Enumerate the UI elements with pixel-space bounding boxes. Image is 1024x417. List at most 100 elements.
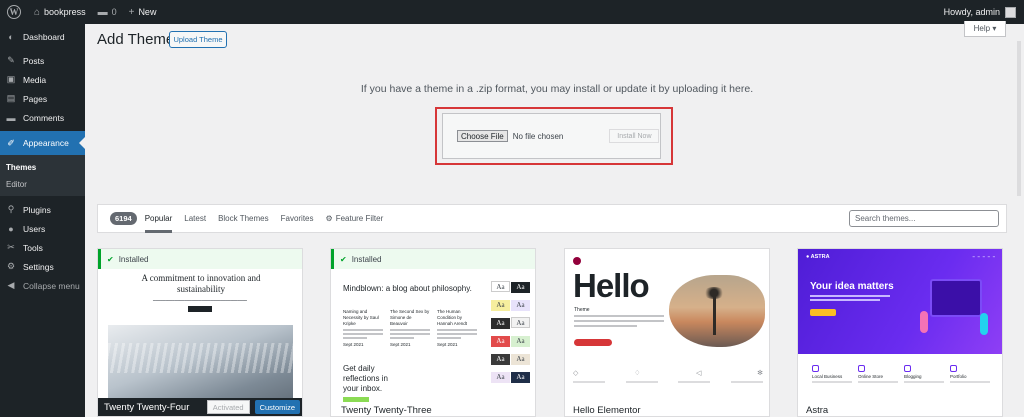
sidebar-item-dashboard[interactable]: ◐ Dashboard (0, 27, 85, 46)
preview-post-date: Sept 2021 (437, 342, 458, 347)
preview-feature-label: Local Business (812, 374, 843, 379)
theme-preview-heading: A commitment to innovation and sustainab… (141, 273, 261, 294)
preview-nav: ━ ━ ━ ━ ━ (972, 255, 996, 259)
site-name-link[interactable]: ⌂ bookpress (28, 0, 92, 24)
collapse-menu-label: Collapse menu (23, 280, 80, 291)
sidebar-item-comments[interactable]: ▬ Comments (0, 108, 85, 127)
feature-icon: ♢ (634, 370, 641, 377)
preview-feature: Online Store (858, 365, 898, 383)
theme-card-twenty-twenty-four[interactable]: ✔ Installed A commitment to innovation a… (97, 248, 303, 417)
gear-icon: ⚙ (325, 214, 333, 223)
theme-preview-subtext: ━━━━━━━━━━━━━━━━━━━━━━━━━━━━━━━━━━━━━━━ (153, 298, 247, 303)
style-swatch: Aa (491, 336, 510, 347)
settings-icon: ⚙ (6, 261, 16, 271)
style-swatch: Aa (491, 372, 510, 383)
installed-notice: ✔ Installed (98, 249, 302, 269)
preview-post-title: The Second Sex by Simone de Beauvoir (390, 309, 430, 326)
theme-preview-heading: Mindblown: a blog about philosophy. (343, 284, 472, 293)
wordpress-logo-button[interactable]: W (0, 0, 28, 24)
sidebar-item-label: Appearance (23, 138, 69, 148)
sidebar-item-tools[interactable]: ✂ Tools (0, 238, 85, 257)
feature-icon: ✻ (757, 370, 763, 377)
style-swatch: Aa (491, 281, 510, 292)
collapse-menu-button[interactable]: ◀ Collapse menu (0, 276, 85, 295)
preview-post-column: Naming and Necessity by Saul Kripke Sept… (343, 309, 383, 348)
new-content-button[interactable]: + New (123, 0, 163, 24)
submenu-item-editor[interactable]: Editor (0, 176, 85, 193)
sidebar-item-label: Dashboard (23, 31, 65, 42)
preview-feature: Local Business (812, 365, 852, 383)
comments-link[interactable]: ▬ 0 (92, 0, 123, 24)
theme-card-twenty-twenty-three[interactable]: ✔ Installed Mindblown: a blog about phil… (330, 248, 536, 417)
theme-preview-button (810, 309, 836, 316)
theme-name: Astra (806, 405, 829, 416)
sidebar-item-plugins[interactable]: ⚲ Plugins (0, 200, 85, 219)
help-tab-button[interactable]: Help ▾ (964, 21, 1006, 37)
sidebar-item-media[interactable]: ▣ Media (0, 70, 85, 89)
theme-preview-hero: ● ASTRA ━ ━ ━ ━ ━ Your idea matters (798, 249, 1002, 354)
feature-filter-button[interactable]: ⚙ Feature Filter (326, 204, 384, 233)
users-icon: ● (8, 223, 14, 234)
preview-text-lines (574, 315, 664, 330)
sidebar-item-pages[interactable]: ▤ Pages (0, 89, 85, 108)
scrollbar[interactable] (1017, 41, 1021, 196)
tab-latest[interactable]: Latest (184, 204, 206, 233)
avatar (1005, 6, 1016, 18)
paintbrush-icon: ✐ (7, 137, 15, 148)
appearance-submenu: Themes Editor (0, 155, 85, 196)
preview-post-title: The Human Condition by Hannah Arendt (437, 309, 468, 326)
theme-card-astra[interactable]: ● ASTRA ━ ━ ━ ━ ━ Your idea matters Loca… (797, 248, 1003, 417)
checkmark-icon: ✔ (340, 254, 347, 264)
pages-icon: ▤ (6, 93, 16, 103)
preview-text-line (810, 295, 890, 297)
theme-preview-heading: Your idea matters (810, 281, 894, 292)
preview-post-date: Sept 2021 (390, 342, 411, 347)
collapse-circle-icon: ◀ (7, 280, 15, 290)
upload-theme-button[interactable]: Upload Theme (169, 31, 227, 48)
theme-name: Twenty Twenty-Three (341, 405, 432, 416)
feature-icon: ◁ (696, 370, 702, 377)
new-label: New (138, 7, 157, 17)
theme-preview-image (669, 275, 765, 347)
submenu-item-themes[interactable]: Themes (0, 159, 85, 176)
theme-name: Hello Elementor (573, 405, 641, 416)
sidebar-item-appearance[interactable]: ✐ Appearance (0, 131, 85, 155)
admin-bar: W ⌂ bookpress ▬ 0 + New Howdy, admin (0, 0, 1024, 24)
sidebar-item-settings[interactable]: ⚙ Settings (0, 257, 85, 276)
style-swatch: Aa (511, 336, 530, 347)
sidebar-item-label: Media (23, 74, 47, 85)
sidebar-item-label: Pages (23, 93, 48, 104)
sidebar-item-label: Plugins (23, 204, 51, 215)
preview-feature-icons: ◇ ♢ ◁ ✻ (573, 369, 763, 377)
tab-favorites[interactable]: Favorites (281, 204, 314, 233)
upload-help-text: If you have a theme in a .zip format, yo… (360, 83, 754, 95)
sidebar-item-label: Tools (23, 242, 43, 253)
feature-icon: ◇ (573, 370, 579, 377)
theme-preview-button (188, 306, 212, 312)
admin-sidebar: ◐ Dashboard ✎ Posts ▣ Media ▤ Pages ▬ Co… (0, 24, 85, 417)
sidebar-item-users[interactable]: ● Users (0, 219, 85, 238)
style-swatch: Aa (511, 282, 530, 293)
sidebar-item-label: Posts (23, 55, 45, 66)
customize-button[interactable]: Customize (254, 400, 300, 414)
style-variation-swatches: Aa Aa Aa Aa Aa Aa Aa Aa Aa Aa Aa Aa (491, 277, 533, 385)
theme-count-badge: 6194 (110, 212, 137, 225)
theme-card-hello-elementor[interactable]: Hello Theme ◇ ♢ ◁ ✻ Hello Elementor (564, 248, 770, 417)
preview-text-line (810, 299, 880, 301)
style-swatch: Aa (491, 354, 510, 365)
howdy-label: Howdy, admin (943, 7, 1000, 17)
installed-notice: ✔ Installed (331, 249, 535, 269)
dashboard-icon: ◐ (8, 31, 14, 42)
style-swatch: Aa (511, 317, 530, 328)
preview-post-column: The Second Sex by Simone de Beauvoir Sep… (390, 309, 430, 348)
tab-block-themes[interactable]: Block Themes (218, 204, 269, 233)
search-themes-input[interactable] (849, 210, 999, 227)
tab-popular[interactable]: Popular (144, 204, 173, 233)
installed-label: Installed (118, 254, 149, 264)
preview-footer-text: Get daily reflections in your inbox. (343, 364, 388, 393)
sidebar-item-label: Comments (23, 112, 65, 123)
sidebar-item-posts[interactable]: ✎ Posts (0, 51, 85, 70)
activated-button[interactable]: Activated (206, 400, 250, 414)
preview-post-date: Sept 2021 (343, 342, 364, 347)
theme-filter-bar: 6194 Popular Latest Block Themes Favorit… (97, 204, 1007, 233)
